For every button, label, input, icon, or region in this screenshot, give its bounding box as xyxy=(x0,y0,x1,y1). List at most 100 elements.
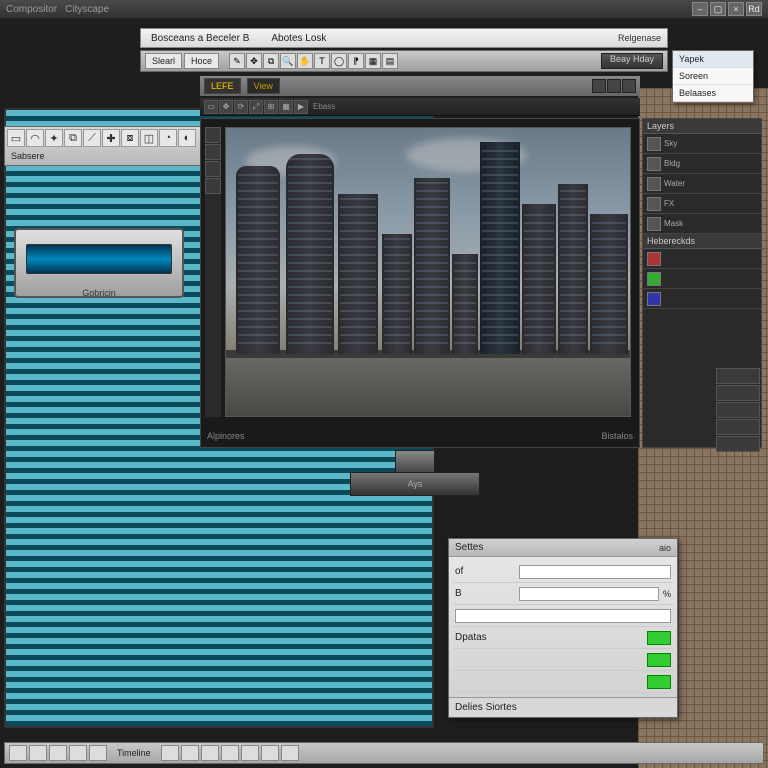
document-tabs: LEFE View xyxy=(200,76,640,96)
text-icon[interactable]: T xyxy=(314,53,330,69)
property-input[interactable] xyxy=(519,565,671,579)
brush-icon[interactable]: ✎ xyxy=(229,53,245,69)
maximize-icon[interactable]: ▢ xyxy=(710,2,726,16)
status-segment: Timeline xyxy=(109,748,159,758)
stack-btn-4[interactable] xyxy=(716,419,760,435)
sb-btn-8[interactable] xyxy=(201,745,219,761)
layer-row[interactable]: FX xyxy=(643,194,761,214)
dropdown-item-1[interactable]: Yapek xyxy=(673,51,753,68)
ruler-btn-4[interactable] xyxy=(205,178,221,194)
dropdown-item-3[interactable]: Belaases xyxy=(673,85,753,102)
sb-btn-9[interactable] xyxy=(221,745,239,761)
eraser-icon[interactable]: ◫ xyxy=(140,129,158,147)
fill-icon[interactable]: ▦ xyxy=(365,53,381,69)
stack-btn-2[interactable] xyxy=(716,385,760,401)
sb-btn-1[interactable] xyxy=(9,745,27,761)
close-icon[interactable]: × xyxy=(728,2,744,16)
stack-btn-3[interactable] xyxy=(716,402,760,418)
tab-prev-icon[interactable] xyxy=(592,79,606,93)
layer-row[interactable] xyxy=(643,269,761,289)
hand-icon[interactable]: ✋ xyxy=(297,53,313,69)
tab-close-icon[interactable] xyxy=(622,79,636,93)
mode-button[interactable]: Beay Hday xyxy=(601,53,663,69)
ruler-btn-1[interactable] xyxy=(205,127,221,143)
minimize-icon[interactable]: – xyxy=(692,2,708,16)
tab-1[interactable]: LEFE xyxy=(204,78,241,94)
layer-row[interactable]: Mask xyxy=(643,214,761,234)
layer-row[interactable] xyxy=(643,289,761,309)
menu-item-2[interactable]: Abotes Losk xyxy=(267,31,330,46)
menu-bar: Bosceans a Beceler B Abotes Losk Relgena… xyxy=(140,28,668,48)
properties-footer[interactable]: Delies Siortes xyxy=(449,697,677,717)
sb-btn-10[interactable] xyxy=(241,745,259,761)
grid-icon[interactable]: ▦ xyxy=(279,100,293,114)
toggle-on-icon[interactable] xyxy=(647,631,671,645)
heal-icon[interactable]: ✚ xyxy=(102,129,120,147)
play-icon[interactable]: ▶ xyxy=(294,100,308,114)
property-input[interactable] xyxy=(455,609,671,623)
layer-thumb-icon xyxy=(647,197,661,211)
ruler-btn-3[interactable] xyxy=(205,161,221,177)
sb-btn-5[interactable] xyxy=(89,745,107,761)
toggle-on-icon[interactable] xyxy=(647,675,671,689)
menu-right-label[interactable]: Relgenase xyxy=(618,33,661,43)
layer-row[interactable]: Bldg xyxy=(643,154,761,174)
layer-thumb-icon xyxy=(647,137,661,151)
eyedropper-icon[interactable]: ⁋ xyxy=(348,53,364,69)
aux-button[interactable]: Rd xyxy=(746,2,762,16)
layer-row[interactable]: Water xyxy=(643,174,761,194)
lasso-icon[interactable]: ◠ xyxy=(26,129,44,147)
stack-btn-1[interactable] xyxy=(716,368,760,384)
rotate-icon[interactable]: ⟳ xyxy=(234,100,248,114)
property-row xyxy=(453,649,673,671)
crop2-icon[interactable]: ⧉ xyxy=(64,129,82,147)
dropdown-item-2[interactable]: Soreen xyxy=(673,68,753,85)
sb-btn-7[interactable] xyxy=(181,745,199,761)
crop-icon[interactable]: ⧉ xyxy=(263,53,279,69)
ruler-btn-2[interactable] xyxy=(205,144,221,160)
building-2 xyxy=(286,154,334,354)
property-row: of xyxy=(453,561,673,583)
shape-icon[interactable]: ◯ xyxy=(331,53,347,69)
stack-btn-5[interactable] xyxy=(716,436,760,452)
menu-item-1[interactable]: Bosceans a Beceler B xyxy=(147,31,253,46)
building-4 xyxy=(382,234,412,354)
property-input[interactable] xyxy=(519,587,659,601)
viewport: Alpinores Bistalos xyxy=(200,118,640,448)
scale-icon[interactable]: ⤢ xyxy=(249,100,263,114)
zoom-icon[interactable]: 🔍 xyxy=(280,53,296,69)
sb-btn-3[interactable] xyxy=(49,745,67,761)
channels-header: Hebereckds xyxy=(643,234,761,249)
sb-btn-12[interactable] xyxy=(281,745,299,761)
marquee-icon[interactable]: ▭ xyxy=(7,129,25,147)
tab-2[interactable]: View xyxy=(247,78,280,94)
sb-btn-6[interactable] xyxy=(161,745,179,761)
wand-icon[interactable]: ✦ xyxy=(45,129,63,147)
pan-icon[interactable]: ✥ xyxy=(219,100,233,114)
layer-row[interactable] xyxy=(643,249,761,269)
select-icon[interactable]: ▭ xyxy=(204,100,218,114)
clone-icon[interactable]: ⧇ xyxy=(121,129,139,147)
canvas[interactable] xyxy=(225,127,631,417)
option-button-2[interactable]: Hoce xyxy=(184,53,219,69)
move-icon[interactable]: ✥ xyxy=(246,53,262,69)
option-button-1[interactable]: Slearl xyxy=(145,53,182,69)
status-right: Bistalos xyxy=(601,431,633,441)
tab-next-icon[interactable] xyxy=(607,79,621,93)
sb-btn-11[interactable] xyxy=(261,745,279,761)
slice-icon[interactable]: ⟋ xyxy=(83,129,101,147)
sb-btn-2[interactable] xyxy=(29,745,47,761)
properties-header[interactable]: Settes aio xyxy=(449,539,677,557)
layer-row[interactable]: Sky xyxy=(643,134,761,154)
blur-icon[interactable]: ◔ xyxy=(159,129,177,147)
properties-body: of B % Dpatas xyxy=(449,557,677,697)
layer-thumb-icon xyxy=(647,177,661,191)
building-6 xyxy=(452,254,478,354)
snap-icon[interactable]: ⊞ xyxy=(264,100,278,114)
tab-controls xyxy=(592,79,636,93)
sb-btn-4[interactable] xyxy=(69,745,87,761)
gradient-icon[interactable]: ▤ xyxy=(382,53,398,69)
status-left: Alpinores xyxy=(207,431,245,441)
dodge-icon[interactable]: ◐ xyxy=(178,129,196,147)
toggle-on-icon[interactable] xyxy=(647,653,671,667)
